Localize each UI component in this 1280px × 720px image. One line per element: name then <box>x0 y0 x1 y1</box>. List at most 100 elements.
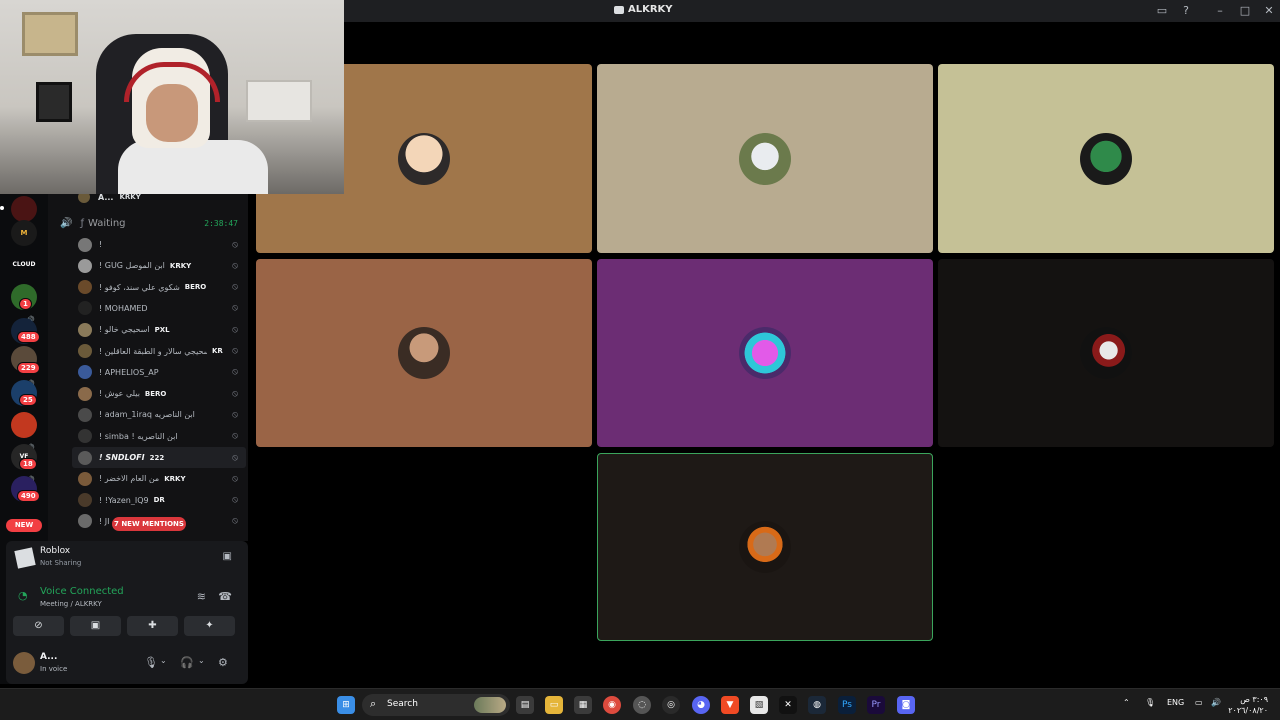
voice-member-row[interactable]: ! شكوي علي سند، كوفو BERO ⦸ <box>72 277 246 298</box>
store-icon[interactable]: ▦ <box>574 696 592 714</box>
avatar <box>1080 327 1132 379</box>
microphone-icon[interactable]: 🎙 <box>144 656 158 669</box>
server-icon[interactable] <box>11 412 37 438</box>
avatar <box>78 450 92 465</box>
noise-suppression-icon[interactable]: ≋ <box>197 590 206 603</box>
task-view-icon[interactable]: ▤ <box>516 696 534 714</box>
voice-member-row[interactable]: ! adam_1iraq ابن الناصريه ⦸ <box>72 404 246 425</box>
user-status: In voice <box>40 665 68 673</box>
member-name: ! simba ! ابن الناصريه <box>99 431 178 441</box>
voice-channel-header[interactable]: 🔊 ƒ Waiting 2:38:47 <box>60 214 246 232</box>
avatar <box>398 327 450 379</box>
app-icon[interactable]: ◌ <box>633 696 651 714</box>
chevron-down-icon[interactable]: ⌄ <box>160 656 167 665</box>
voice-member-row[interactable]: ! ⦸ <box>72 234 246 255</box>
participant-tile[interactable] <box>938 64 1274 253</box>
activities-button[interactable]: ✚ <box>127 616 178 636</box>
member-tag: BERO <box>144 389 167 398</box>
participant-tile-speaking[interactable] <box>597 453 933 641</box>
steam-like-icon[interactable]: ◎ <box>662 696 680 714</box>
discord-logo-icon <box>614 5 624 14</box>
search-label: Search <box>387 699 418 709</box>
avatar <box>78 301 92 316</box>
voice-member-row[interactable]: ! سحيجي سالار و الطبقة العاقلين KR ⦸ <box>72 341 246 362</box>
member-name: ! MOHAMED <box>99 303 148 313</box>
deafened-icon: ⦸ <box>232 303 238 314</box>
roblox-icon <box>14 547 36 569</box>
signal-icon: ◔ <box>18 589 28 602</box>
server-badge: 488 <box>17 331 40 343</box>
participant-tile[interactable] <box>597 259 933 447</box>
voice-member-row[interactable]: ! من العام الاخضر KRKY ⦸ <box>72 468 246 489</box>
volume-icon[interactable]: 🔊 <box>1211 698 1221 707</box>
voice-member-row[interactable]: ! simba ! ابن الناصريه ⦸ <box>72 426 246 447</box>
voice-member-row[interactable]: ! GUG ابن الموصل KRKY ⦸ <box>72 255 246 276</box>
new-mentions-pill[interactable]: 7 NEW MENTIONS <box>112 517 186 531</box>
maximize-button[interactable]: □ <box>1237 3 1253 19</box>
avatar <box>739 327 791 379</box>
voice-member-row[interactable]: ! اسحيجي خالو PXL ⦸ <box>72 319 246 340</box>
participant-tile[interactable] <box>256 259 592 447</box>
close-button[interactable]: ✕ <box>1261 3 1277 19</box>
disconnect-icon[interactable]: ☎ <box>218 590 232 603</box>
discord-active-icon[interactable]: ◙ <box>897 696 915 714</box>
file-explorer-icon[interactable]: ▭ <box>545 696 563 714</box>
participant-tile[interactable] <box>597 64 933 253</box>
voice-channel-path[interactable]: Meeting / ALKRKY <box>40 600 102 608</box>
member-name: ! APHELIOS_AP <box>99 367 159 377</box>
voice-member-row[interactable]: ! !Yazen_IQ9 DR ⦸ <box>72 490 246 511</box>
speaker-icon: 🔊 <box>60 217 73 229</box>
app-icon[interactable]: ▧ <box>750 696 768 714</box>
member-name: ! JI <box>99 516 110 526</box>
voice-member-row[interactable]: ! APHELIOS_AP ⦸ <box>72 362 246 383</box>
voice-member-row[interactable]: ! بيلي عوش BERO ⦸ <box>72 383 246 404</box>
minimize-button[interactable]: – <box>1212 3 1228 19</box>
gear-icon[interactable]: ⚙ <box>218 656 228 669</box>
participant-tile[interactable] <box>938 259 1274 447</box>
taskbar-search[interactable]: ⌕ Search <box>362 694 510 716</box>
screen-share-button[interactable]: ▣ <box>70 616 121 636</box>
soundboard-button[interactable]: ✦ <box>184 616 235 636</box>
avatar <box>739 132 791 185</box>
help-icon[interactable]: ? <box>1178 3 1194 19</box>
inbox-icon[interactable]: ▭ <box>1154 3 1170 19</box>
photoshop-icon[interactable]: Ps <box>838 696 856 714</box>
headphones-icon[interactable]: 🎧 <box>180 656 194 669</box>
start-button-icon[interactable]: ⊞ <box>337 696 355 714</box>
voice-member-row[interactable]: ! SNDLOFI 222 ⦸ <box>72 447 246 468</box>
server-badge: 229 <box>17 362 40 374</box>
deafened-icon: ⦸ <box>232 282 238 293</box>
member-name: ! GUG ابن الموصل <box>99 261 165 271</box>
share-screen-icon[interactable]: ▣ <box>223 551 232 562</box>
discord-icon[interactable]: ◕ <box>692 696 710 714</box>
network-icon[interactable]: ▭ <box>1195 698 1203 707</box>
capcut-icon[interactable]: ✕ <box>779 696 797 714</box>
steam-icon[interactable]: ◍ <box>808 696 826 714</box>
member-tag: KRKY <box>119 193 141 201</box>
server-icon[interactable]: M <box>11 220 37 246</box>
server-icon-cloud[interactable]: CLOUD <box>11 252 37 278</box>
microphone-tray-icon[interactable]: 🎙 <box>1145 698 1155 707</box>
member-name: ! !Yazen_IQ9 <box>99 495 149 505</box>
voice-member-row[interactable]: ! MOHAMED ⦸ <box>72 298 246 319</box>
username[interactable]: A... <box>40 652 57 662</box>
deafened-icon: ⦸ <box>232 367 238 378</box>
chevron-up-icon[interactable]: ⌃ <box>1123 698 1130 707</box>
deafened-icon: ⦸ <box>232 324 238 335</box>
premiere-icon[interactable]: Pr <box>867 696 885 714</box>
chrome-icon[interactable]: ◉ <box>603 696 621 714</box>
server-icon[interactable] <box>11 196 37 222</box>
chevron-down-icon[interactable]: ⌄ <box>198 656 205 665</box>
deafened-icon: ⦸ <box>232 473 238 484</box>
avatar <box>78 280 92 295</box>
language-indicator[interactable]: ENG <box>1167 698 1184 707</box>
voice-connected-label[interactable]: Voice Connected <box>40 586 124 597</box>
member-tag: KRKY <box>169 261 192 270</box>
brave-icon[interactable]: ▼ <box>721 696 739 714</box>
deafened-icon: ⦸ <box>232 260 238 271</box>
camera-button[interactable]: ⊘ <box>13 616 64 636</box>
avatar[interactable] <box>13 652 35 674</box>
new-unreads-pill[interactable]: NEW <box>6 519 42 532</box>
member-name: ! بيلي عوش <box>99 389 140 399</box>
taskbar-clock[interactable]: ٣:٠٩ ص ٢٠٢٦/٠٨/٢٠ <box>1228 694 1268 716</box>
